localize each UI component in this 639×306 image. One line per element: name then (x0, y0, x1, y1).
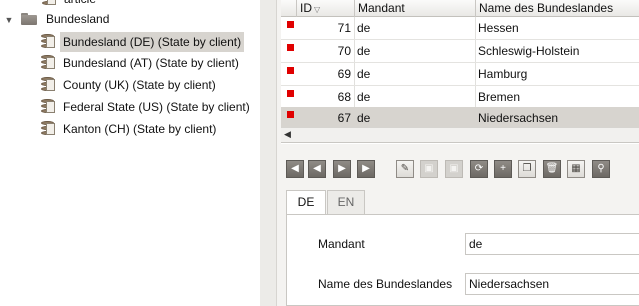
tree-item-label: County (UK) (State by client) (63, 78, 216, 92)
records-grid: ID ▽ Mandant Name des Bundeslandes 71 de … (281, 0, 639, 143)
copy-icon[interactable]: ❐ (518, 160, 536, 178)
folder-icon (21, 13, 37, 25)
form-panel: Mandant Name des Bundeslandes (286, 214, 639, 306)
refresh-icon[interactable]: ⟳ (470, 160, 488, 178)
tree-item-partial[interactable]: article (41, 0, 99, 9)
tree-item-federal-state-us[interactable]: Federal State (US) (State by client) (40, 97, 253, 117)
tree-item-label: article (61, 0, 99, 9)
status-marker (287, 90, 294, 97)
panel-splitter[interactable] (260, 0, 281, 306)
sort-icon: ▽ (314, 5, 321, 14)
status-marker (287, 44, 294, 51)
tree-folder-label: Bundesland (46, 12, 110, 26)
previous-record-icon[interactable]: ◀ (308, 160, 326, 178)
tree-item-kanton-ch[interactable]: Kanton (CH) (State by client) (40, 119, 219, 139)
horizontal-scrollbar[interactable]: ◀ (281, 127, 639, 142)
status-marker (287, 67, 294, 74)
column-header-id[interactable]: ID ▽ (296, 0, 355, 17)
edit-icon[interactable]: ✎ (396, 160, 414, 178)
database-table-icon (41, 0, 57, 7)
search-icon[interactable]: ⚲ (592, 160, 610, 178)
scroll-left-icon[interactable]: ◀ (284, 129, 291, 140)
record-toolbar: ◀ ◀ ▶ ▶ ✎ ▣ ▣ ⟳ + ❐ 🗑 ▦ ⚲ (281, 144, 639, 188)
grid-header: ID ▽ Mandant Name des Bundeslandes (281, 0, 639, 17)
tab-en[interactable]: EN (327, 190, 365, 214)
collapse-arrow-icon[interactable]: ▼ (4, 15, 14, 25)
name-des-bundeslandes-label: Name des Bundeslandes (318, 277, 453, 291)
database-table-icon (40, 77, 56, 93)
delete-icon[interactable]: 🗑 (543, 160, 561, 178)
column-header-mandant[interactable]: Mandant (354, 0, 476, 17)
detail-form: DE EN Mandant Name des Bundeslandes (281, 188, 639, 306)
app-window: article ▼ Bundesland Bundesland (DE) (St… (0, 0, 639, 306)
tree-folder-bundesland[interactable]: Bundesland (21, 9, 112, 29)
table-row-selected[interactable]: 67 de Niedersachsen (281, 107, 639, 128)
tree-item-label: Bundesland (AT) (State by client) (63, 56, 239, 70)
navigation-tree: article ▼ Bundesland Bundesland (DE) (St… (0, 0, 260, 306)
table-row[interactable]: 69 de Hamburg (281, 63, 639, 86)
tree-item-bundesland-de[interactable]: Bundesland (DE) (State by client) (40, 32, 245, 52)
first-record-icon[interactable]: ◀ (286, 160, 304, 178)
name-des-bundeslandes-field[interactable] (465, 273, 639, 295)
tab-de[interactable]: DE (286, 190, 326, 215)
status-marker (287, 111, 294, 118)
tree-item-label: Federal State (US) (State by client) (63, 100, 250, 114)
database-table-icon (40, 99, 56, 115)
table-row[interactable]: 68 de Bremen (281, 86, 639, 109)
save-close-icon: ▣ (445, 160, 463, 178)
mandant-label: Mandant (318, 237, 365, 251)
tree-item-bundesland-at[interactable]: Bundesland (AT) (State by client) (40, 53, 242, 73)
mandant-field[interactable] (465, 233, 639, 255)
table-row[interactable]: 70 de Schleswig-Holstein (281, 40, 639, 63)
database-table-icon (40, 34, 56, 50)
new-record-icon[interactable]: + (494, 160, 512, 178)
database-table-icon (40, 121, 56, 137)
database-table-icon (40, 55, 56, 71)
tree-item-label: Kanton (CH) (State by client) (63, 122, 217, 136)
table-row[interactable]: 71 de Hessen (281, 17, 639, 40)
last-record-icon[interactable]: ▶ (357, 160, 375, 178)
next-record-icon[interactable]: ▶ (333, 160, 351, 178)
column-header-name[interactable]: Name des Bundeslandes (475, 0, 639, 17)
tree-item-county-uk[interactable]: County (UK) (State by client) (40, 75, 219, 95)
tree-item-label: Bundesland (DE) (State by client) (60, 32, 245, 52)
status-marker (287, 21, 294, 28)
table-view-icon[interactable]: ▦ (567, 160, 585, 178)
save-icon: ▣ (420, 160, 438, 178)
